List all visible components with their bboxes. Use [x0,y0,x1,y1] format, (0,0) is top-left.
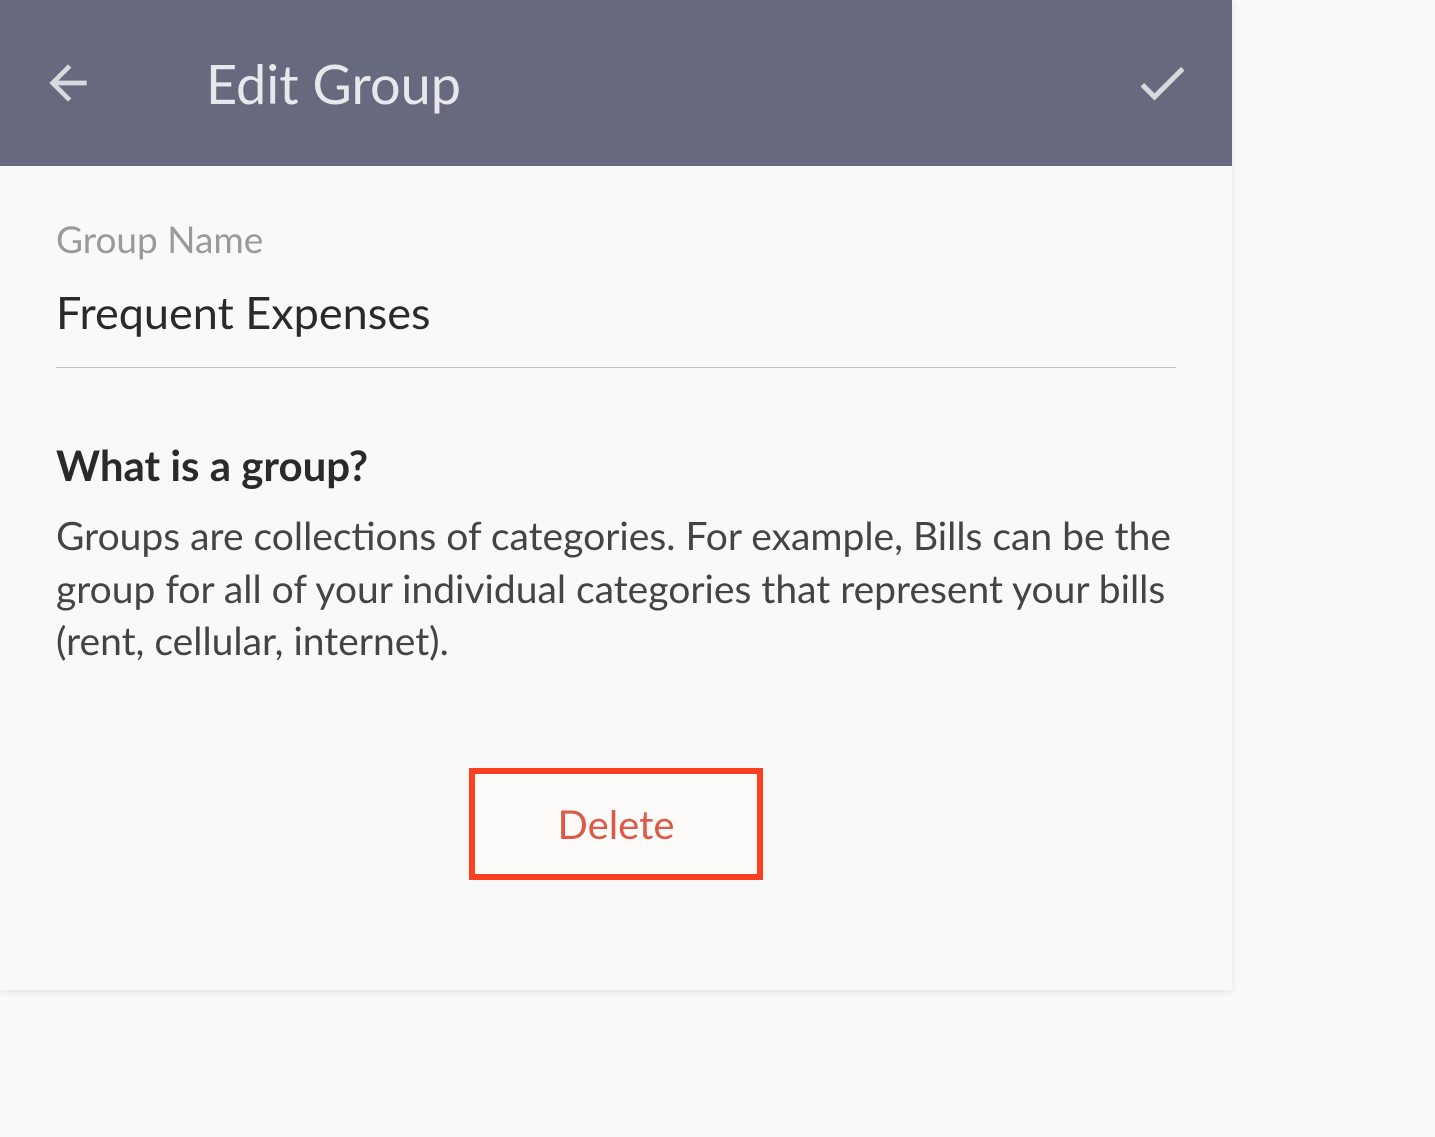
back-button[interactable] [40,55,96,111]
content-area: Group Name What is a group? Groups are c… [0,166,1232,990]
group-name-label: Group Name [56,216,1176,261]
info-heading: What is a group? [56,440,1176,490]
confirm-button[interactable] [1132,53,1192,113]
checkmark-icon [1132,53,1192,113]
info-body: Groups are collections of categories. Fo… [56,510,1176,668]
delete-wrapper: Delete [56,768,1176,940]
edit-group-panel: Edit Group Group Name What is a group? G… [0,0,1232,990]
arrow-left-icon [40,55,96,111]
group-name-input[interactable] [56,273,1176,368]
delete-button[interactable]: Delete [469,768,762,880]
page-title: Edit Group [206,51,461,116]
header-bar: Edit Group [0,0,1232,166]
